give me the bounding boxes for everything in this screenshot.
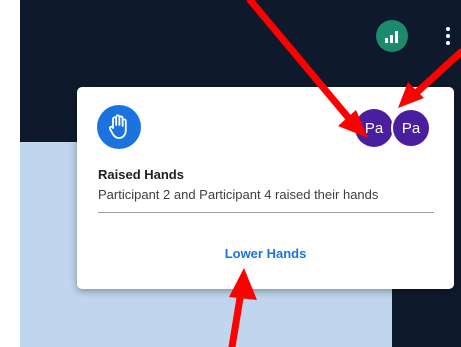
divider <box>98 212 434 213</box>
more-vertical-icon[interactable] <box>440 20 456 52</box>
signal-bars-icon[interactable] <box>376 20 408 52</box>
notification-message: Participant 2 and Participant 4 raised t… <box>98 187 379 202</box>
raised-hands-notification: Pa Pa Raised Hands Participant 2 and Par… <box>77 87 454 289</box>
raised-hand-icon <box>97 105 141 149</box>
avatar: Pa <box>391 108 431 148</box>
notification-title: Raised Hands <box>98 167 184 182</box>
lower-hands-button[interactable]: Lower Hands <box>77 246 454 261</box>
avatar: Pa <box>355 109 393 147</box>
